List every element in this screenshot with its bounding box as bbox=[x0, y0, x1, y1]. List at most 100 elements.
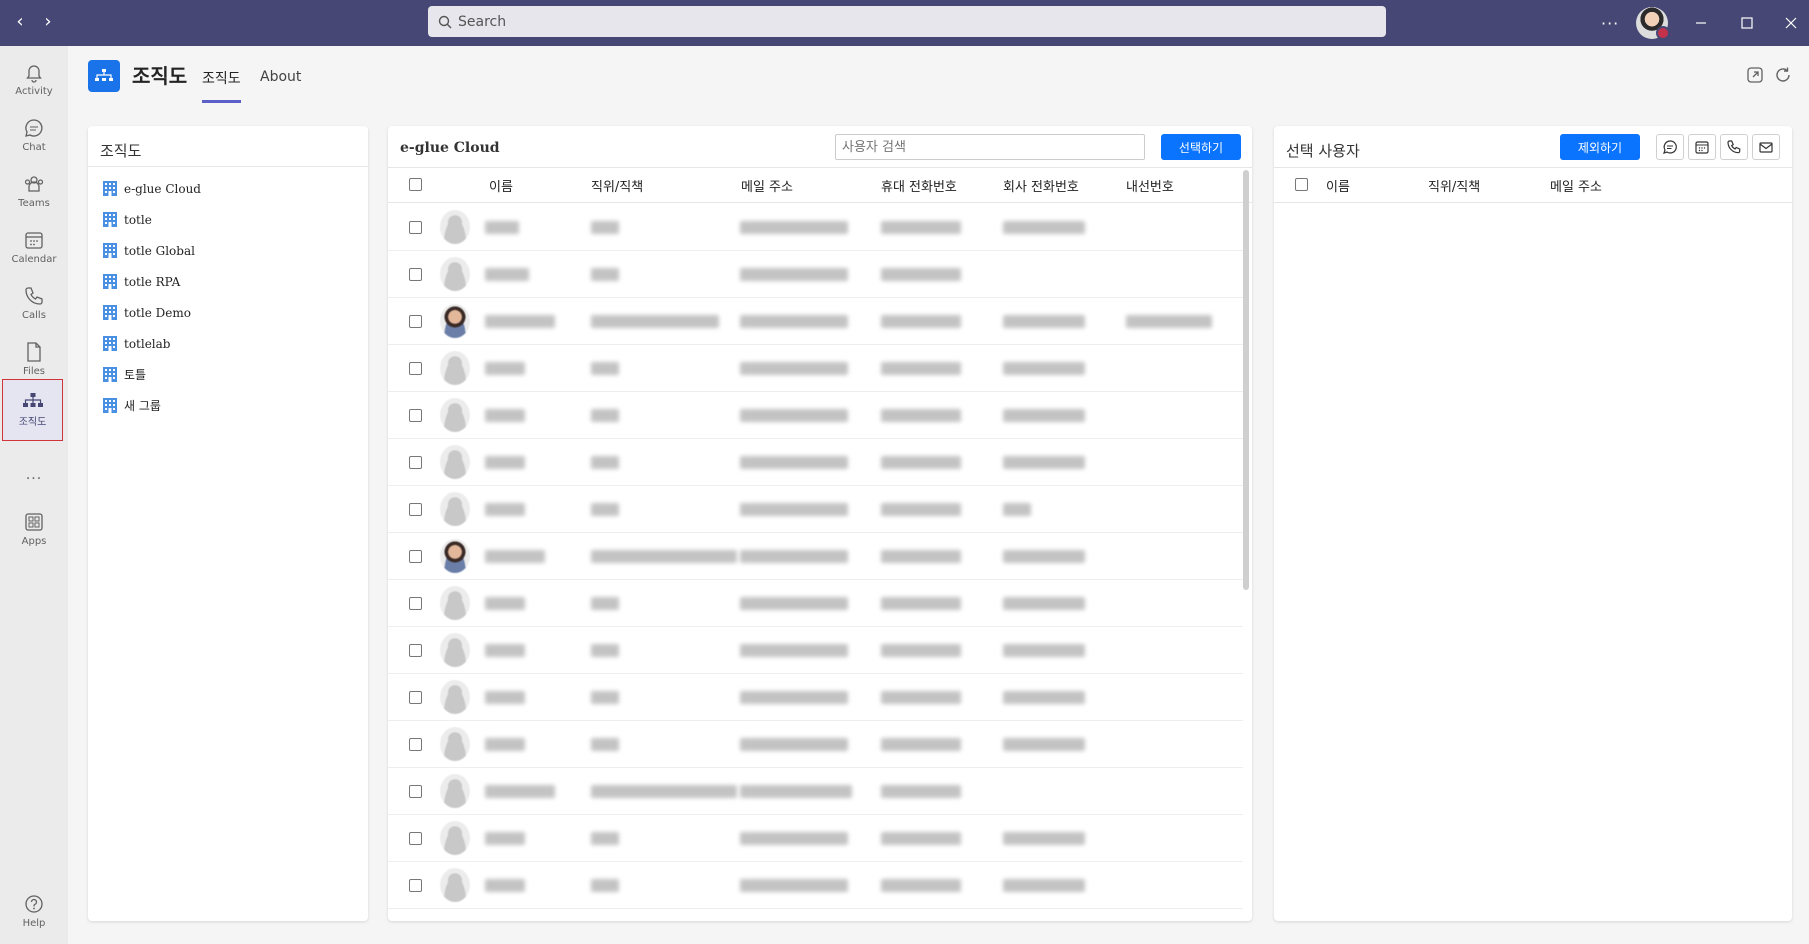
scrollbar[interactable] bbox=[1243, 170, 1249, 590]
org-tree-item[interactable]: e-glue Cloud bbox=[102, 180, 201, 197]
avatar bbox=[440, 633, 470, 667]
selected-all-checkbox[interactable] bbox=[1295, 178, 1308, 191]
row-checkbox[interactable] bbox=[409, 832, 422, 845]
redacted-cell bbox=[740, 409, 848, 422]
more-options-icon[interactable]: ··· bbox=[1601, 0, 1619, 46]
divider bbox=[1274, 202, 1792, 203]
table-row[interactable] bbox=[388, 580, 1243, 627]
redacted-cell bbox=[485, 785, 555, 798]
redacted-cell bbox=[740, 268, 848, 281]
column-header-title[interactable]: 직위/직책 bbox=[591, 176, 643, 195]
back-arrow-icon[interactable]: ‹ bbox=[8, 10, 32, 34]
column-header-name[interactable]: 이름 bbox=[489, 176, 513, 195]
column-header-mobile[interactable]: 휴대 전화번호 bbox=[881, 176, 957, 195]
column-header-office-phone[interactable]: 회사 전화번호 bbox=[1003, 176, 1079, 195]
file-icon bbox=[27, 342, 41, 362]
more-apps-icon[interactable]: ··· bbox=[0, 464, 68, 494]
rail-chat[interactable]: Chat bbox=[0, 108, 68, 162]
select-button[interactable]: 선택하기 bbox=[1161, 134, 1241, 160]
table-row[interactable] bbox=[388, 862, 1243, 909]
global-search-input[interactable]: Search bbox=[428, 6, 1386, 37]
table-row[interactable] bbox=[388, 298, 1243, 345]
remove-button[interactable]: 제외하기 bbox=[1560, 134, 1640, 160]
table-row[interactable] bbox=[388, 345, 1243, 392]
row-checkbox[interactable] bbox=[409, 456, 422, 469]
rail-apps[interactable]: Apps bbox=[0, 502, 68, 556]
row-checkbox[interactable] bbox=[409, 503, 422, 516]
table-row[interactable] bbox=[388, 627, 1243, 674]
org-tree-item[interactable]: totlelab bbox=[102, 335, 170, 352]
tab-org-chart[interactable]: 조직도 bbox=[202, 68, 241, 103]
row-checkbox[interactable] bbox=[409, 644, 422, 657]
row-checkbox[interactable] bbox=[409, 409, 422, 422]
row-checkbox[interactable] bbox=[409, 738, 422, 751]
calendar-action-icon[interactable] bbox=[1688, 134, 1716, 160]
org-tree-item[interactable]: totle bbox=[102, 211, 152, 228]
redacted-cell bbox=[1003, 691, 1085, 704]
table-row[interactable] bbox=[388, 674, 1243, 721]
mail-action-icon[interactable] bbox=[1752, 134, 1780, 160]
call-action-icon[interactable] bbox=[1720, 134, 1748, 160]
row-checkbox[interactable] bbox=[409, 315, 422, 328]
redacted-cell bbox=[740, 315, 848, 328]
rail-label: Files bbox=[23, 366, 45, 377]
rail-help[interactable]: Help bbox=[0, 884, 68, 938]
redacted-cell bbox=[485, 597, 525, 610]
rail-label: Help bbox=[22, 918, 46, 929]
user-avatar[interactable] bbox=[1636, 7, 1670, 40]
redacted-cell bbox=[485, 221, 519, 234]
table-row[interactable] bbox=[388, 204, 1243, 251]
building-icon bbox=[103, 274, 117, 289]
org-tree-item[interactable]: totle RPA bbox=[102, 273, 180, 290]
table-row[interactable] bbox=[388, 392, 1243, 439]
redacted-cell bbox=[591, 691, 619, 704]
rail-teams[interactable]: Teams bbox=[0, 164, 68, 218]
redacted-cell bbox=[485, 503, 525, 516]
rail-calendar[interactable]: Calendar bbox=[0, 220, 68, 274]
chat-action-icon[interactable] bbox=[1656, 134, 1684, 160]
row-checkbox[interactable] bbox=[409, 221, 422, 234]
forward-arrow-icon[interactable]: › bbox=[36, 10, 60, 34]
org-tree-item-label: e-glue Cloud bbox=[124, 181, 201, 196]
row-checkbox[interactable] bbox=[409, 785, 422, 798]
row-checkbox[interactable] bbox=[409, 362, 422, 375]
org-tree-item[interactable]: 토틀 bbox=[102, 366, 146, 383]
row-checkbox[interactable] bbox=[409, 550, 422, 563]
row-checkbox[interactable] bbox=[409, 879, 422, 892]
close-icon[interactable] bbox=[1784, 0, 1798, 46]
minimize-icon[interactable] bbox=[1694, 0, 1708, 46]
table-row[interactable] bbox=[388, 251, 1243, 298]
popout-icon[interactable] bbox=[1746, 66, 1766, 86]
rail-calls[interactable]: Calls bbox=[0, 276, 68, 330]
row-checkbox[interactable] bbox=[409, 597, 422, 610]
selected-column-name[interactable]: 이름 bbox=[1326, 176, 1350, 195]
table-row[interactable] bbox=[388, 768, 1243, 815]
table-row[interactable] bbox=[388, 486, 1243, 533]
redacted-cell bbox=[591, 409, 619, 422]
row-checkbox[interactable] bbox=[409, 691, 422, 704]
selected-column-email[interactable]: 메일 주소 bbox=[1550, 176, 1602, 195]
redacted-cell bbox=[591, 644, 619, 657]
table-row[interactable] bbox=[388, 815, 1243, 862]
table-row[interactable] bbox=[388, 439, 1243, 486]
org-tree-item[interactable]: totle Demo bbox=[102, 304, 191, 321]
selected-column-title[interactable]: 직위/직책 bbox=[1428, 176, 1480, 195]
column-header-extension[interactable]: 내선번호 bbox=[1126, 176, 1174, 195]
user-search-input[interactable] bbox=[835, 134, 1145, 160]
redacted-cell bbox=[591, 550, 737, 563]
row-checkbox[interactable] bbox=[409, 268, 422, 281]
tab-about[interactable]: About bbox=[260, 69, 301, 85]
avatar bbox=[440, 821, 470, 855]
maximize-icon[interactable] bbox=[1740, 0, 1754, 46]
refresh-icon[interactable] bbox=[1774, 66, 1794, 86]
rail-org-chart[interactable]: 조직도 bbox=[2, 379, 63, 441]
table-row[interactable] bbox=[388, 533, 1243, 580]
rail-activity[interactable]: Activity bbox=[0, 52, 68, 106]
column-header-email[interactable]: 메일 주소 bbox=[741, 176, 793, 195]
table-row[interactable] bbox=[388, 721, 1243, 768]
org-tree-item[interactable]: totle Global bbox=[102, 242, 195, 259]
rail-files[interactable]: Files bbox=[0, 332, 68, 386]
avatar bbox=[440, 304, 470, 338]
select-all-checkbox[interactable] bbox=[409, 178, 422, 191]
org-tree-item[interactable]: 새 그룹 bbox=[102, 397, 161, 414]
